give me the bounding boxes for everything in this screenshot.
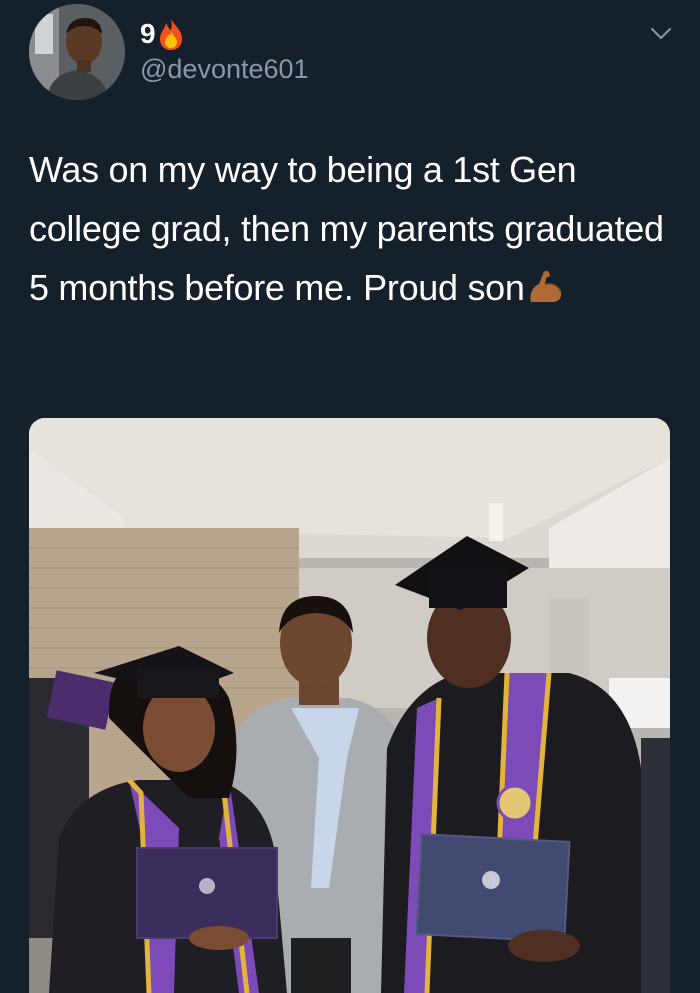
tweet-card: 9 @devonte601 Was on my way to being a 1…	[0, 0, 700, 993]
chevron-down-icon[interactable]	[650, 26, 672, 42]
avatar[interactable]	[29, 4, 125, 100]
fire-icon	[158, 17, 184, 51]
flexed-biceps-icon	[525, 264, 565, 304]
author-name-row[interactable]: 9	[140, 16, 184, 52]
display-name[interactable]: 9	[140, 16, 156, 52]
tweet-text-content: Was on my way to being a 1st Gen college…	[29, 149, 664, 308]
graduation-photo[interactable]	[29, 418, 670, 993]
tweet-text: Was on my way to being a 1st Gen college…	[29, 140, 679, 317]
user-handle[interactable]: @devonte601	[140, 52, 309, 86]
